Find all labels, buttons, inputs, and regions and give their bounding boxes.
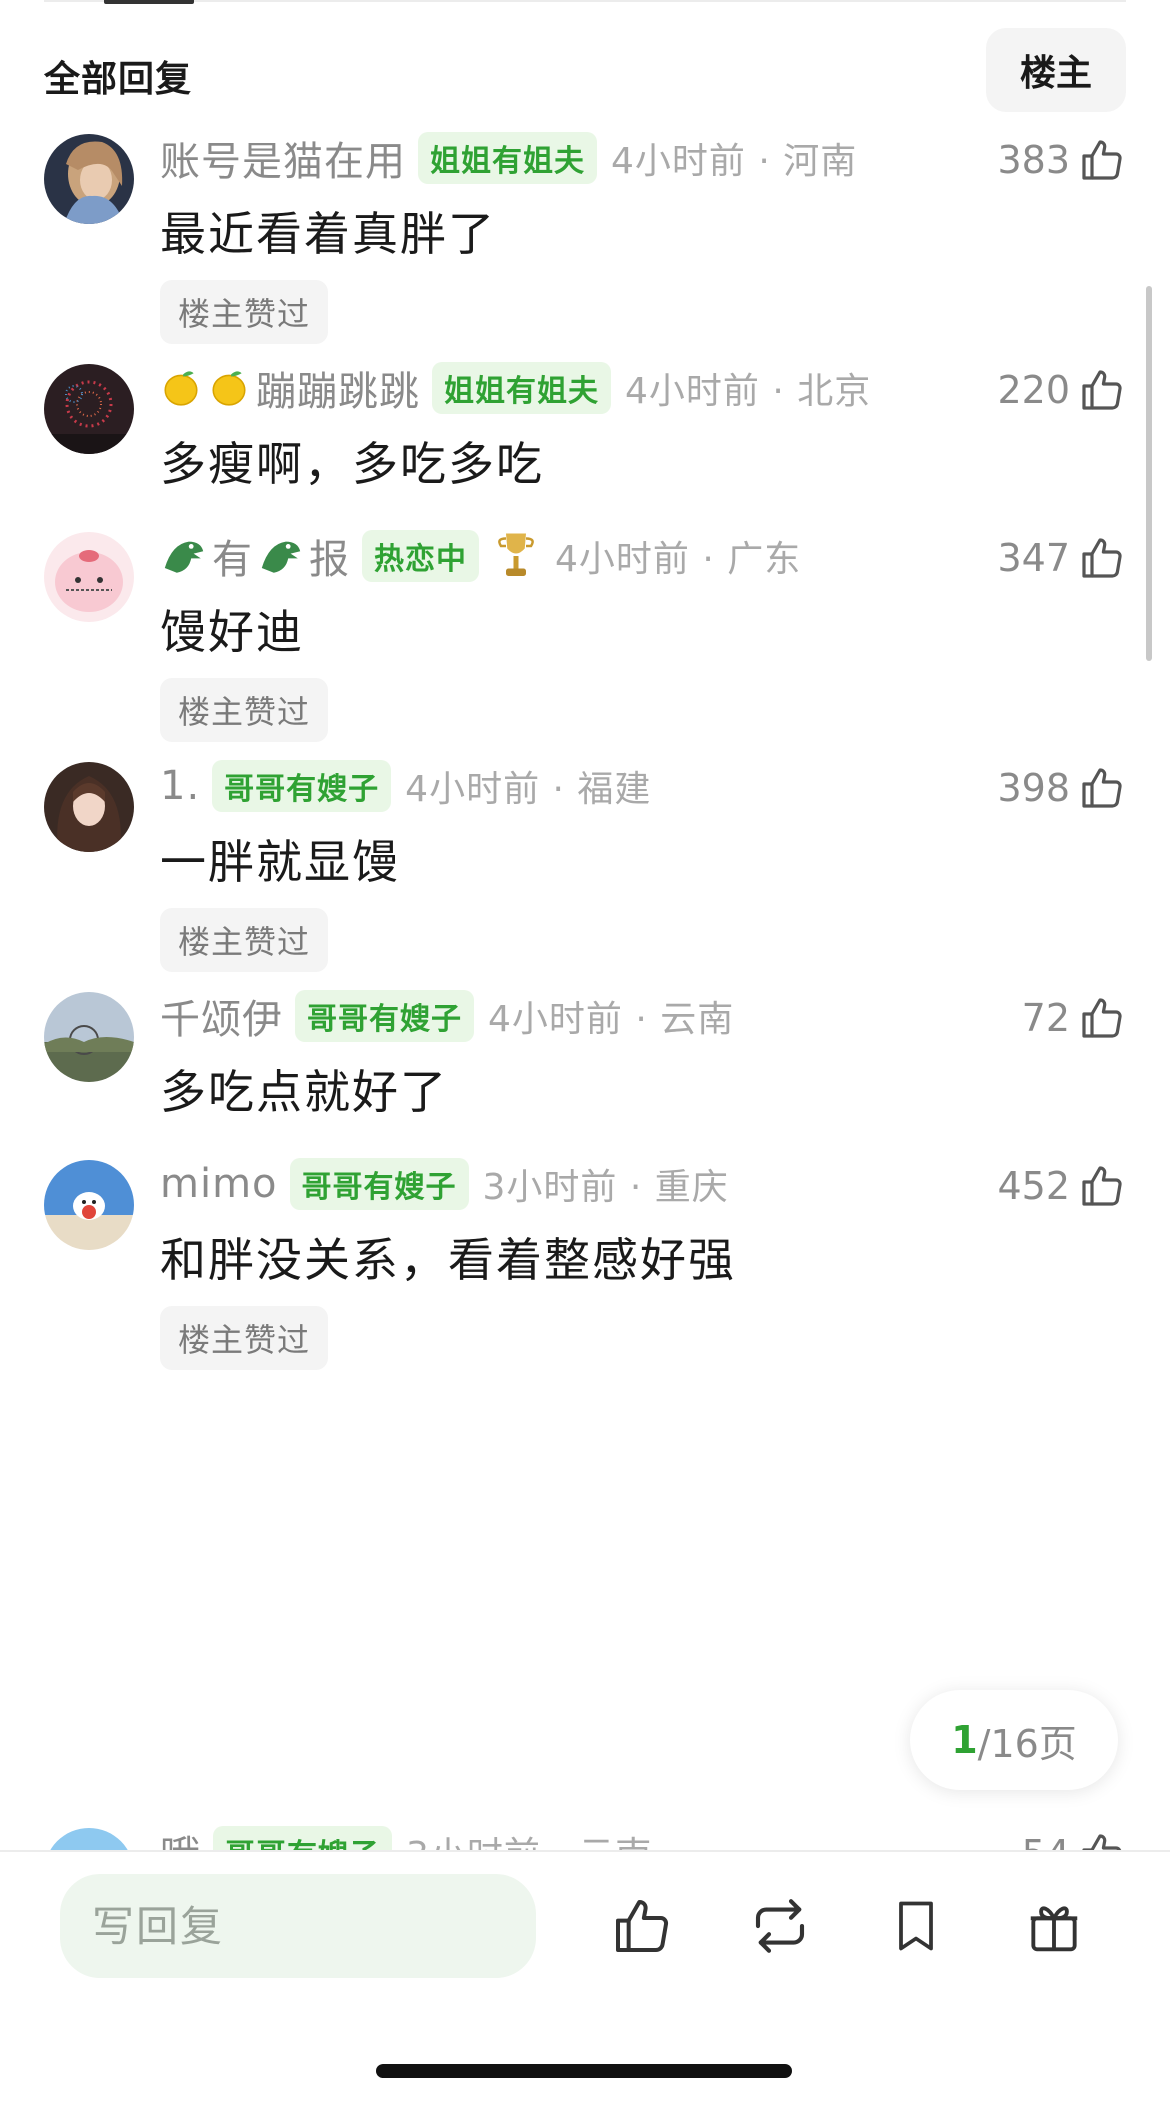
trophy-icon xyxy=(498,533,534,576)
username[interactable]: 蹦蹦跳跳 xyxy=(256,359,420,417)
username[interactable]: 1. xyxy=(160,763,200,809)
current-page: 1 xyxy=(951,1718,978,1762)
top-divider xyxy=(44,0,1126,2)
relationship-badge: 哥哥有嫂子 xyxy=(212,760,392,812)
avatar[interactable] xyxy=(44,134,134,224)
comment-item[interactable]: 千颂伊 哥哥有嫂子 4小时前 · 云南 72 多吃点就好了 xyxy=(0,986,1170,1154)
time-location: 4小时前 · 广东 xyxy=(555,539,802,580)
like-count: 347 xyxy=(997,536,1070,580)
thumbs-up-icon xyxy=(1082,538,1122,578)
repost-button[interactable] xyxy=(744,1890,816,1962)
comment-text: 最近看着真胖了 xyxy=(160,207,496,261)
relationship-badge: 姐姐有姐夫 xyxy=(418,132,597,184)
avatar[interactable] xyxy=(44,992,134,1082)
comment-text: 馒好迪 xyxy=(160,605,304,659)
comment-text: 和胖没关系，看着整感好强 xyxy=(160,1233,736,1287)
bookmark-button[interactable] xyxy=(880,1890,952,1962)
time-location: 3小时前 · 重庆 xyxy=(482,1167,729,1208)
comment-list: 账号是猫在用 姐姐有姐夫 4小时前 · 河南 383 最近看着真胖了 楼主赞过 xyxy=(0,128,1170,1858)
relationship-badge: 哥哥有嫂子 xyxy=(289,1158,469,1210)
like-count: 383 xyxy=(997,138,1070,182)
time-location: 4小时前 · 福建 xyxy=(405,769,652,810)
page-indicator[interactable]: 1 /16页 xyxy=(910,1690,1118,1790)
crocodile-icon xyxy=(261,541,301,573)
like-count: 398 xyxy=(997,766,1070,810)
relationship-badge: 哥哥有嫂子 xyxy=(295,990,474,1042)
like-button[interactable]: 347 xyxy=(997,530,1126,586)
gift-icon xyxy=(1030,1906,1078,1952)
username[interactable]: 账号是猫在用 xyxy=(160,129,406,187)
total-pages: /16页 xyxy=(977,1721,1077,1766)
avatar[interactable] xyxy=(44,532,134,622)
bookmark-icon xyxy=(899,1901,933,1951)
lemon-icon xyxy=(212,371,246,406)
all-replies-title: 全部回复 xyxy=(44,59,193,100)
like-count: 452 xyxy=(997,1164,1070,1208)
like-button[interactable]: 398 xyxy=(997,760,1126,816)
time-location: 4小时前 · 北京 xyxy=(625,371,872,412)
thumbs-up-icon xyxy=(1082,1166,1122,1206)
op-liked-tag: 楼主赞过 xyxy=(160,908,328,972)
relationship-badge: 姐姐有姐夫 xyxy=(432,362,611,414)
avatar[interactable] xyxy=(44,364,134,454)
repost-icon xyxy=(755,1899,805,1953)
like-button[interactable]: 72 xyxy=(1022,990,1126,1046)
username[interactable]: mimo xyxy=(160,1161,278,1207)
relationship-badge: 热恋中 xyxy=(362,530,479,582)
username-part[interactable]: 报 xyxy=(309,527,350,585)
like-button[interactable]: 452 xyxy=(997,1158,1126,1214)
like-count: 220 xyxy=(997,368,1070,412)
avatar[interactable] xyxy=(44,1160,134,1250)
comment-item[interactable]: 账号是猫在用 姐姐有姐夫 4小时前 · 河南 383 最近看着真胖了 楼主赞过 xyxy=(0,128,1170,358)
username[interactable]: 千颂伊 xyxy=(160,987,283,1045)
replies-header: 全部回复 楼主 xyxy=(44,28,1126,112)
comment-text: 多吃点就好了 xyxy=(160,1065,448,1119)
time-location: 4小时前 · 河南 xyxy=(611,141,858,182)
comment-item[interactable]: 蹦蹦跳跳 姐姐有姐夫 4小时前 · 北京 220 多瘦啊，多吃多吃 xyxy=(0,358,1170,526)
thumbs-up-icon xyxy=(616,1900,669,1952)
like-post-button[interactable] xyxy=(606,1890,678,1962)
op-liked-tag: 楼主赞过 xyxy=(160,678,328,742)
avatar[interactable] xyxy=(44,762,134,852)
thumbs-up-icon xyxy=(1082,768,1122,808)
home-indicator[interactable] xyxy=(376,2064,792,2078)
op-liked-tag: 楼主赞过 xyxy=(160,280,328,344)
like-button[interactable]: 383 xyxy=(997,132,1126,188)
comment-text: 一胖就显馒 xyxy=(160,835,400,889)
reply-input[interactable] xyxy=(60,1874,536,1978)
thumbs-up-icon xyxy=(1082,370,1122,410)
username-part[interactable]: 有 xyxy=(212,527,253,585)
username-emoji xyxy=(160,367,250,409)
time-location: 4小时前 · 云南 xyxy=(488,999,735,1040)
tab-indicator xyxy=(104,0,194,4)
comment-item[interactable]: 有 报 热恋中 4小时前 · 广东 347 馒好迪 楼主赞过 xyxy=(0,526,1170,756)
gift-button[interactable] xyxy=(1018,1890,1090,1962)
bottom-action-bar xyxy=(0,1850,1170,2110)
thumbs-up-icon xyxy=(1082,998,1122,1038)
crocodile-icon xyxy=(164,541,204,573)
comment-text: 多瘦啊，多吃多吃 xyxy=(160,437,544,491)
comment-item[interactable]: 1. 哥哥有嫂子 4小时前 · 福建 398 一胖就显馒 楼主赞过 xyxy=(0,756,1170,986)
thumbs-up-icon xyxy=(1082,140,1122,180)
op-only-filter-button[interactable]: 楼主 xyxy=(986,28,1126,112)
like-button[interactable]: 220 xyxy=(997,362,1126,418)
lemon-icon xyxy=(164,371,198,406)
comment-item[interactable]: mimo 哥哥有嫂子 3小时前 · 重庆 452 和胖没关系，看着整感好强 楼主… xyxy=(0,1154,1170,1384)
like-count: 72 xyxy=(1021,996,1070,1040)
op-liked-tag: 楼主赞过 xyxy=(160,1306,328,1370)
